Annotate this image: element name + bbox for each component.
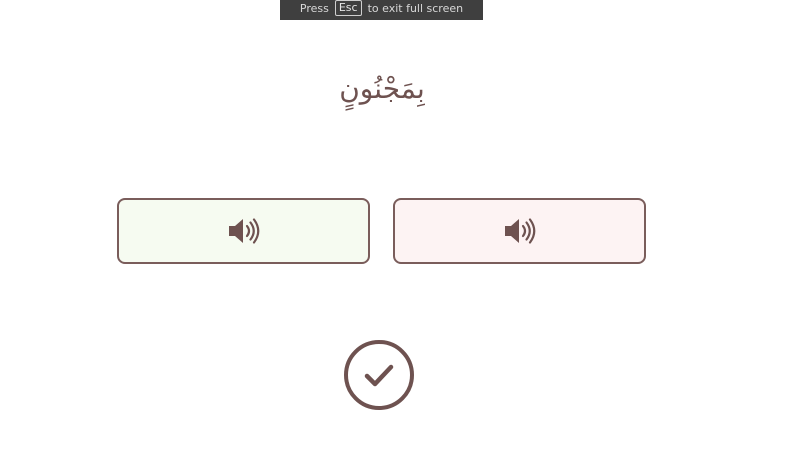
toast-prefix: Press [299, 1, 329, 15]
esc-key-badge: Esc [334, 0, 362, 16]
page: Press Esc to exit full screen بِمَجْنُون… [0, 0, 808, 455]
check-button[interactable] [343, 339, 415, 411]
speaker-icon [227, 217, 261, 245]
audio-option-1-button[interactable] [117, 198, 370, 264]
audio-option-2-button[interactable] [393, 198, 646, 264]
fullscreen-toast: Press Esc to exit full screen [280, 0, 483, 20]
arabic-word: بِمَجْنُونٍ [339, 72, 425, 105]
speaker-icon [503, 217, 537, 245]
checkmark-icon [343, 339, 415, 411]
toast-suffix: to exit full screen [367, 1, 464, 15]
